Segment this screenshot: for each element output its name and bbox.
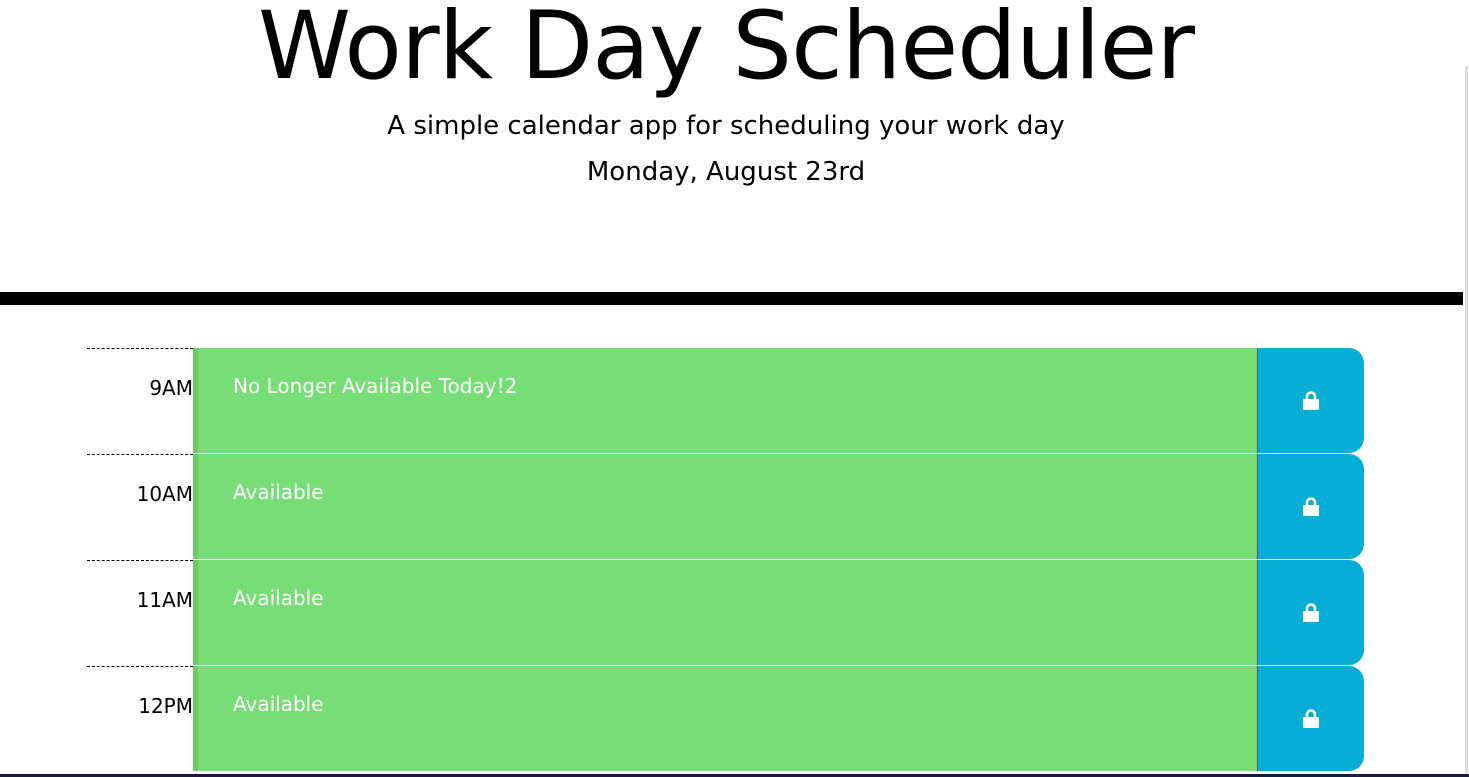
description-textarea[interactable]: Available bbox=[193, 454, 1258, 559]
lock-icon bbox=[1303, 497, 1319, 516]
time-block-list: 9AM No Longer Available Today!2 10AM Ava… bbox=[87, 348, 1364, 772]
description-textarea[interactable]: Available bbox=[193, 560, 1258, 665]
scrollbar-thumb[interactable] bbox=[1465, 66, 1468, 777]
save-button[interactable] bbox=[1258, 348, 1364, 453]
hour-label: 9AM bbox=[87, 348, 193, 453]
description-textarea[interactable]: Available bbox=[193, 666, 1258, 771]
header-divider bbox=[0, 292, 1463, 305]
time-block-row: 9AM No Longer Available Today!2 bbox=[87, 348, 1364, 454]
time-block-row: 11AM Available bbox=[87, 560, 1364, 666]
hour-label: 11AM bbox=[87, 560, 193, 665]
lock-icon bbox=[1303, 709, 1319, 728]
save-button[interactable] bbox=[1258, 560, 1364, 665]
description-textarea[interactable]: No Longer Available Today!2 bbox=[193, 348, 1258, 453]
save-button[interactable] bbox=[1258, 666, 1364, 771]
page-title: Work Day Scheduler bbox=[258, 0, 1195, 101]
time-block-row: 12PM Available bbox=[87, 666, 1364, 772]
lock-icon bbox=[1303, 603, 1319, 622]
current-day: Monday, August 23rd bbox=[586, 157, 866, 187]
lock-icon bbox=[1303, 391, 1319, 410]
time-block-row: 10AM Available bbox=[87, 454, 1364, 560]
save-button[interactable] bbox=[1258, 454, 1364, 559]
scheduler-page: Work Day Scheduler A simple calendar app… bbox=[0, 0, 1469, 777]
hour-label: 12PM bbox=[87, 666, 193, 771]
page-subtitle: A simple calendar app for scheduling you… bbox=[387, 111, 1065, 141]
hour-label: 10AM bbox=[87, 454, 193, 559]
jumbotron-header: Work Day Scheduler A simple calendar app… bbox=[0, 0, 1463, 292]
